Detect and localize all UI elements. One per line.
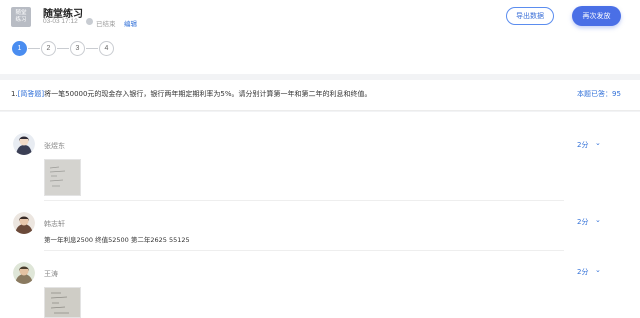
- step-connector: [28, 48, 40, 49]
- student-name: 韩志轩: [44, 220, 65, 228]
- export-data-button[interactable]: 导出数据: [506, 7, 554, 25]
- chevron-down-icon[interactable]: ⌄: [595, 139, 601, 147]
- step-3[interactable]: 3: [70, 41, 85, 56]
- status-icon: [86, 18, 93, 25]
- step-2[interactable]: 2: [41, 41, 56, 56]
- thumb-line-2: 练习: [15, 17, 27, 23]
- step-4[interactable]: 4: [99, 41, 114, 56]
- edit-link[interactable]: 编辑: [124, 18, 137, 28]
- question-body: 将一笔50000元的现金存入银行，银行两年期定期利率为5%。请分别计算第一年和第…: [44, 90, 372, 98]
- answer-image[interactable]: [44, 159, 81, 196]
- divider: [44, 250, 564, 251]
- status-text: 已结束: [96, 20, 116, 28]
- avatar: [13, 133, 35, 155]
- question-bar: 1.[简答题]将一笔50000元的现金存入银行，银行两年期定期利率为5%。请分别…: [0, 80, 640, 111]
- avatar: [13, 212, 35, 234]
- score-select[interactable]: 2分: [577, 267, 588, 277]
- divider: [44, 200, 564, 201]
- answer-list: 张煜东 2分 ⌄ 韩志轩 2分 ⌄ 第一年利息2500 终值52500 第二年2…: [0, 112, 640, 318]
- activity-thumbnail: 随堂 练习: [11, 7, 31, 27]
- answer-image[interactable]: [44, 287, 81, 318]
- chevron-down-icon[interactable]: ⌄: [595, 266, 601, 274]
- avatar: [13, 262, 35, 284]
- resend-button[interactable]: 再次发放: [572, 6, 621, 26]
- step-connector: [57, 48, 69, 49]
- step-1[interactable]: 1: [12, 41, 27, 56]
- question-number: 1.: [11, 90, 18, 98]
- student-name: 张煜东: [44, 142, 65, 150]
- thumb-line-1: 随堂: [15, 10, 27, 16]
- chevron-down-icon[interactable]: ⌄: [595, 216, 601, 224]
- question-text: 1.[简答题]将一笔50000元的现金存入银行，银行两年期定期利率为5%。请分别…: [11, 89, 372, 99]
- publish-date: 03-03 17:12: [43, 18, 78, 25]
- answered-count[interactable]: 本题已答：95: [577, 89, 621, 99]
- student-name: 王涛: [44, 270, 58, 278]
- step-connector: [86, 48, 98, 49]
- answer-text: 第一年利息2500 终值52500 第二年2625 55125: [44, 236, 190, 244]
- question-type-tag: [简答题]: [17, 90, 45, 98]
- score-select[interactable]: 2分: [577, 140, 588, 150]
- page-header: 随堂 练习 随堂练习 03-03 17:12 已结束 编辑 导出数据 再次发放 …: [0, 0, 640, 74]
- score-select[interactable]: 2分: [577, 217, 588, 227]
